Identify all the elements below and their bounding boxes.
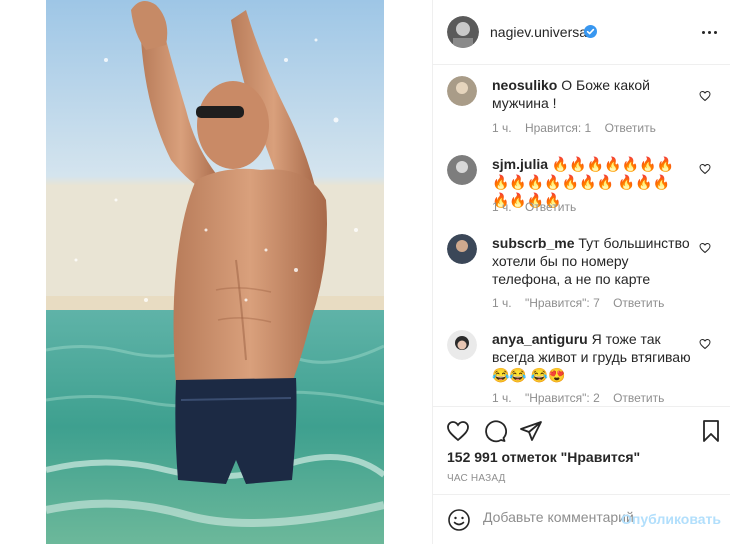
share-paper-plane-icon[interactable] [519, 419, 543, 443]
comment-item: neosuliko О Боже какой мужчина ! 1 ч. Нр… [433, 74, 730, 144]
commenter-avatar[interactable] [447, 234, 477, 264]
commenter-username[interactable]: sjm.julia [492, 156, 548, 172]
more-options-icon[interactable] [699, 22, 719, 42]
post-header: nagiev.universal [433, 0, 730, 65]
commenter-username[interactable]: subscrb_me [492, 235, 574, 251]
comment-time: 1 ч. [492, 296, 512, 310]
comment-text: subscrb_me Тут большинство хотели бы по … [492, 234, 692, 288]
likes-count[interactable]: 152 991 отметок "Нравится" [447, 449, 640, 465]
comment-item: sjm.julia 🔥🔥🔥🔥🔥🔥🔥 🔥🔥🔥🔥🔥🔥🔥 🔥🔥🔥🔥🔥🔥🔥 1 ч. О… [433, 153, 730, 223]
author-avatar[interactable] [447, 16, 479, 48]
author-username[interactable]: nagiev.universal [490, 24, 590, 40]
commenter-avatar[interactable] [447, 76, 477, 106]
like-comment-heart-icon[interactable] [699, 163, 711, 175]
comment-likes[interactable]: Нравится: 1 [525, 121, 591, 135]
comment-item: subscrb_me Тут большинство хотели бы по … [433, 232, 730, 312]
reply-button[interactable]: Ответить [613, 296, 664, 310]
like-comment-heart-icon[interactable] [699, 242, 711, 254]
post-side-panel: nagiev.universal neosuliko О Боже какой … [432, 0, 730, 544]
comment-meta: 1 ч. Нравится: 1 Ответить [492, 121, 666, 135]
comment-meta: 1 ч. "Нравится": 2 Ответить [492, 391, 674, 405]
comment-time: 1 ч. [492, 391, 512, 405]
emoji-icon[interactable] [447, 508, 471, 532]
commenter-username[interactable]: anya_antiguru [492, 331, 588, 347]
comment-time: 1 ч. [492, 200, 512, 214]
commenter-avatar[interactable] [447, 330, 477, 360]
comment-meta: 1 ч. Ответить [492, 200, 586, 214]
commenter-username[interactable]: neosuliko [492, 77, 557, 93]
post-photo[interactable] [46, 0, 384, 544]
comment-input[interactable] [483, 509, 633, 525]
comment-item: anya_antiguru Я тоже так всегда живот и … [433, 328, 730, 406]
like-heart-icon[interactable] [446, 419, 470, 443]
add-comment-bar: Опубликовать [433, 494, 730, 544]
post-media-area [0, 0, 432, 544]
verified-badge-icon [584, 25, 597, 38]
publish-button[interactable]: Опубликовать [621, 511, 721, 527]
reply-button[interactable]: Ответить [605, 121, 656, 135]
comments-list: neosuliko О Боже какой мужчина ! 1 ч. Нр… [433, 66, 730, 406]
comment-likes[interactable]: "Нравится": 7 [525, 296, 600, 310]
reply-button[interactable]: Ответить [613, 391, 664, 405]
save-bookmark-icon[interactable] [699, 419, 723, 443]
comment-time: 1 ч. [492, 121, 512, 135]
comment-meta: 1 ч. "Нравится": 7 Ответить [492, 296, 674, 310]
comment-text: neosuliko О Боже какой мужчина ! [492, 76, 692, 112]
post-timestamp[interactable]: ЧАС НАЗАД [447, 473, 506, 484]
like-comment-heart-icon[interactable] [699, 90, 711, 102]
comment-bubble-icon[interactable] [483, 419, 507, 443]
like-comment-heart-icon[interactable] [699, 338, 711, 350]
reply-button[interactable]: Ответить [525, 200, 576, 214]
commenter-avatar[interactable] [447, 155, 477, 185]
comment-text: anya_antiguru Я тоже так всегда живот и … [492, 330, 692, 384]
comment-likes[interactable]: "Нравится": 2 [525, 391, 600, 405]
